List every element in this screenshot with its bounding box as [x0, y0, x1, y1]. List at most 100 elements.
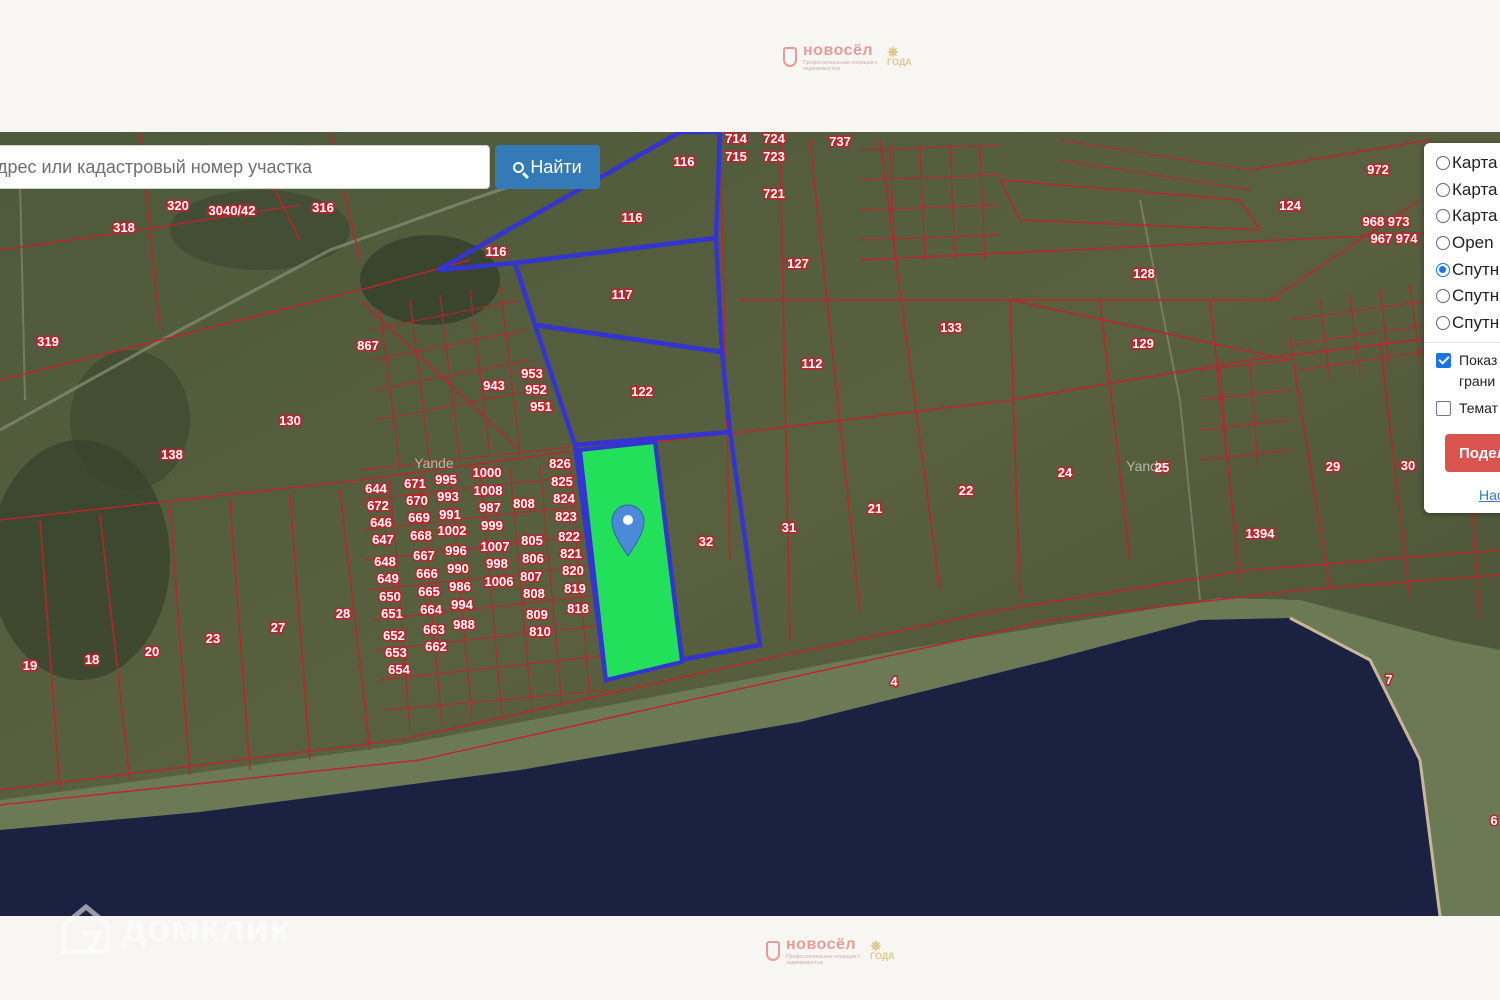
parcel-number-label: 138 — [161, 447, 183, 462]
layers-panel: Карта Карта Карта Open Спутн Спутн Спутн… — [1424, 143, 1500, 513]
layer-option-0[interactable]: Карта — [1436, 153, 1498, 173]
parcel-number-label: 996 — [445, 543, 467, 558]
logo-tagline: Профессиональные операции с недвижимость… — [786, 954, 861, 966]
parcel-number-label: 651 — [381, 606, 403, 621]
settings-link[interactable]: Нас — [1479, 487, 1500, 503]
parcel-number-label: 663 — [423, 622, 445, 637]
parcel-number-label: 130 — [279, 413, 301, 428]
parcel-number-label: 648 — [374, 554, 396, 569]
parcel-number-label: 18 — [85, 652, 99, 667]
show-borders-option[interactable]: Показ грани — [1436, 350, 1498, 392]
thematic-checkbox[interactable] — [1436, 401, 1451, 416]
parcel-number-label: 29 — [1326, 459, 1340, 474]
share-button[interactable]: Подел — [1445, 434, 1500, 472]
parcel-number-label: 28 — [336, 606, 350, 621]
domclick-house-icon — [61, 903, 111, 954]
parcel-number-label: 654 — [388, 662, 410, 677]
parcel-number-label: 116 — [622, 210, 643, 225]
find-button-label: Найти — [530, 156, 582, 177]
parcel-number-label: 807 — [520, 569, 542, 584]
parcel-number-label: 805 — [521, 533, 543, 548]
layer-radio[interactable] — [1436, 156, 1450, 170]
layer-option-5[interactable]: Спутн — [1436, 286, 1499, 306]
yandex-watermark: Yande — [1126, 458, 1166, 474]
parcel-number-label: 24 — [1058, 465, 1073, 480]
parcel-number-label: 968 973 — [1363, 214, 1410, 229]
layer-option-1[interactable]: Карта — [1436, 180, 1498, 200]
layer-radio[interactable] — [1436, 289, 1450, 303]
search-input[interactable] — [0, 145, 490, 189]
laurel-icon: ✵ — [870, 938, 882, 954]
layer-radio-selected[interactable] — [1436, 263, 1450, 277]
parcel-number-label: 646 — [370, 515, 392, 530]
parcel-number-label: 1007 — [481, 539, 510, 554]
parcel-number-label: 809 — [526, 607, 548, 622]
parcel-number-label: 117 — [612, 287, 633, 302]
parcel-number-label: 320 — [167, 198, 189, 213]
layer-option-3[interactable]: Open — [1436, 233, 1494, 253]
parcel-number-label: 825 — [551, 474, 573, 489]
parcel-number-label: 7 — [1385, 672, 1392, 687]
parcel-number-label: 951 — [530, 399, 552, 414]
panel-divider — [1424, 342, 1500, 343]
parcel-number-label: 22 — [959, 483, 973, 498]
parcel-number-label: 808 — [523, 586, 545, 601]
parcel-number-label: 6 — [1490, 813, 1497, 828]
parcel-number-label: 987 — [479, 500, 501, 515]
parcel-number-label: 988 — [453, 617, 475, 632]
parcel-number-label: 1008 — [474, 483, 503, 498]
layer-option-6[interactable]: Спутн — [1436, 313, 1499, 333]
parcel-number-label: 32 — [699, 534, 713, 549]
parcel-number-label: 666 — [416, 566, 438, 581]
parcel-number-label: 967 974 — [1371, 231, 1419, 246]
parcel-number-label: 4 — [890, 674, 898, 689]
forest-patch — [70, 350, 190, 490]
parcel-number-label: 21 — [868, 501, 882, 516]
parcel-number-label: 116 — [486, 244, 507, 259]
parcel-number-label: 30 — [1401, 458, 1415, 473]
logo-word: новосёл — [803, 42, 874, 59]
parcel-number-label: 23 — [206, 631, 220, 646]
show-borders-checkbox[interactable] — [1436, 353, 1451, 368]
parcel-number-label: 943 — [483, 378, 505, 393]
logo-mark-icon — [783, 47, 797, 67]
layer-radio[interactable] — [1436, 183, 1450, 197]
parcel-number-label: 668 — [410, 528, 432, 543]
parcel-number-label: 826 — [549, 456, 571, 471]
satellite-map[interactable]: 116 116 116 117 122 32 714 715 724 723 721 737 127 11… — [0, 132, 1500, 916]
parcel-number-label: 1006 — [485, 574, 514, 589]
find-button[interactable]: Найти — [495, 145, 600, 189]
thematic-option[interactable]: Темат — [1436, 398, 1498, 419]
layer-radio[interactable] — [1436, 236, 1450, 250]
parcel-number-label: 1000 — [473, 465, 502, 480]
laurel-icon: ✵ — [887, 44, 899, 60]
map-canvas[interactable]: 1161161161171223271471572472372173712711… — [0, 132, 1500, 916]
layer-label: Open — [1452, 233, 1494, 252]
layer-label: Карта — [1452, 206, 1498, 225]
parcel-number-label: 133 — [940, 320, 962, 335]
parcel-number-label: 122 — [631, 384, 653, 399]
layer-option-4[interactable]: Спутн — [1436, 260, 1499, 280]
parcel-number-label: 721 — [763, 186, 785, 201]
parcel-number-label: 652 — [383, 628, 405, 643]
parcel-number-label: 3040/42 — [209, 203, 256, 218]
parcel-number-label: 649 — [377, 571, 399, 586]
parcel-number-label: 662 — [425, 639, 447, 654]
parcel-number-label: 670 — [406, 493, 428, 508]
parcel-number-label: 993 — [437, 489, 459, 504]
parcel-number-label: 672 — [367, 498, 389, 513]
parcel-number-label: 990 — [447, 561, 469, 576]
layer-radio[interactable] — [1436, 209, 1450, 223]
parcel-number-label: 810 — [529, 624, 551, 639]
parcel-number-label: 128 — [1133, 266, 1155, 281]
parcel-number-label: 715 — [725, 149, 747, 164]
layer-radio[interactable] — [1436, 316, 1450, 330]
layer-label: Карта — [1452, 153, 1498, 172]
logo-word: новосёл — [786, 936, 857, 953]
show-borders-label: Показ грани — [1459, 352, 1498, 389]
parcel-number-label: 991 — [439, 507, 461, 522]
parcel-number-label: 821 — [560, 546, 582, 561]
parcel-number-label: 127 — [787, 256, 809, 271]
layer-option-2[interactable]: Карта — [1436, 206, 1498, 226]
novosel-logo-bottom: новосёл Профессиональные операции с недв… — [766, 936, 895, 966]
